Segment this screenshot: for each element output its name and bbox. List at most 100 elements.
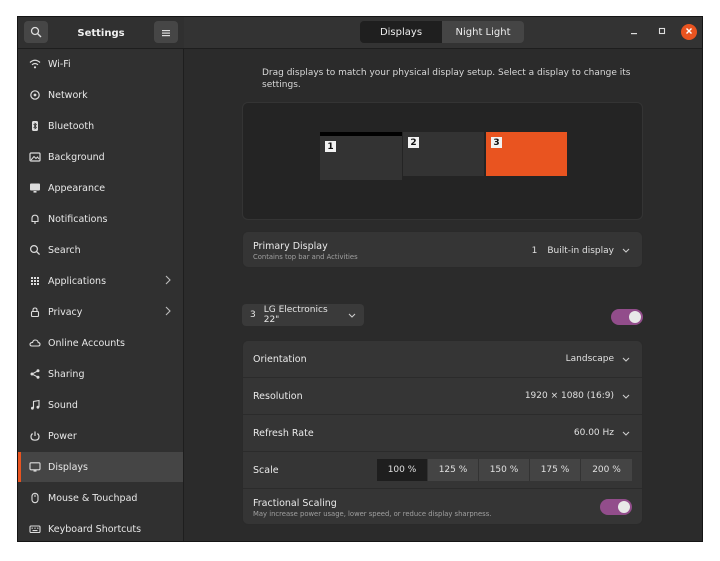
music-note-icon bbox=[28, 398, 42, 412]
sidebar-item-background[interactable]: Background bbox=[18, 142, 183, 172]
sidebar-item-displays[interactable]: Displays bbox=[18, 452, 183, 482]
sidebar-item-label: Network bbox=[48, 89, 88, 101]
sidebar: Wi-Fi Network Bluetooth Background Appea… bbox=[18, 49, 184, 541]
resolution-row[interactable]: Resolution 1920 × 1080 (16:9) bbox=[243, 378, 642, 415]
sidebar-item-label: Appearance bbox=[48, 182, 106, 194]
settings-window: Settings Displays Night Light Wi-Fi Netw… bbox=[17, 16, 703, 542]
sidebar-item-label: Wi-Fi bbox=[48, 58, 71, 70]
refresh-rate-row[interactable]: Refresh Rate 60.00 Hz bbox=[243, 415, 642, 452]
sidebar-item-wifi[interactable]: Wi-Fi bbox=[18, 49, 183, 79]
primary-display-subtitle: Contains top bar and Activities bbox=[253, 252, 358, 261]
search-icon bbox=[28, 243, 42, 257]
monitor-select-dropdown[interactable]: 3 LG Electronics 22" bbox=[242, 304, 364, 326]
orientation-value: Landscape bbox=[565, 354, 614, 364]
sidebar-item-online-accounts[interactable]: Online Accounts bbox=[18, 328, 183, 358]
primary-display-value: Built-in display bbox=[547, 245, 614, 256]
selected-monitor-number: 3 bbox=[250, 310, 256, 320]
chevron-down-icon bbox=[622, 357, 630, 362]
minimize-icon bbox=[630, 27, 638, 38]
sidebar-item-appearance[interactable]: Appearance bbox=[18, 173, 183, 203]
sidebar-header: Settings bbox=[18, 17, 184, 49]
sidebar-item-label: Applications bbox=[48, 275, 107, 287]
sidebar-item-bluetooth[interactable]: Bluetooth bbox=[18, 111, 183, 141]
sidebar-item-search[interactable]: Search bbox=[18, 235, 183, 265]
close-button[interactable] bbox=[681, 24, 697, 40]
monitor-enabled-toggle[interactable] bbox=[611, 309, 643, 325]
fractional-scaling-toggle[interactable] bbox=[600, 499, 632, 515]
display-settings-panel: Orientation Landscape Resolution 1920 × … bbox=[242, 340, 643, 525]
scale-label: Scale bbox=[253, 464, 279, 476]
scale-150-button[interactable]: 150 % bbox=[479, 459, 530, 481]
scale-100-button[interactable]: 100 % bbox=[377, 459, 428, 481]
network-icon bbox=[28, 88, 42, 102]
monitor-2[interactable]: 2 bbox=[403, 132, 484, 176]
sidebar-item-privacy[interactable]: Privacy bbox=[18, 297, 183, 327]
tab-night-light[interactable]: Night Light bbox=[442, 21, 524, 43]
chevron-right-icon bbox=[165, 275, 171, 288]
menu-button[interactable] bbox=[154, 21, 178, 43]
primary-display-label: Primary Display bbox=[253, 240, 328, 252]
keyboard-icon bbox=[28, 522, 42, 536]
primary-display-row[interactable]: Primary Display Contains top bar and Act… bbox=[243, 232, 642, 269]
sidebar-item-label: Online Accounts bbox=[48, 337, 125, 349]
chevron-down-icon bbox=[622, 248, 630, 253]
scale-125-button[interactable]: 125 % bbox=[428, 459, 479, 481]
cloud-icon bbox=[28, 336, 42, 350]
toggle-knob bbox=[629, 311, 641, 323]
hamburger-icon bbox=[161, 23, 171, 42]
fractional-scaling-subtitle: May increase power usage, lower speed, o… bbox=[253, 509, 492, 518]
arrangement-instructions: Drag displays to match your physical dis… bbox=[262, 68, 631, 90]
grid-icon bbox=[28, 274, 42, 288]
orientation-row[interactable]: Orientation Landscape bbox=[243, 341, 642, 378]
sidebar-item-power[interactable]: Power bbox=[18, 421, 183, 451]
resolution-value: 1920 × 1080 (16:9) bbox=[524, 391, 614, 401]
lock-icon bbox=[28, 305, 42, 319]
appearance-icon bbox=[28, 181, 42, 195]
selected-monitor-name: LG Electronics 22" bbox=[263, 305, 328, 325]
sidebar-item-notifications[interactable]: Notifications bbox=[18, 204, 183, 234]
sidebar-item-label: Privacy bbox=[48, 306, 83, 318]
view-switcher: Displays Night Light bbox=[360, 21, 524, 43]
background-icon bbox=[28, 150, 42, 164]
scale-button-group: 100 % 125 % 150 % 175 % 200 % bbox=[377, 459, 632, 481]
monitor-number: 3 bbox=[491, 137, 502, 148]
chevron-down-icon bbox=[622, 394, 630, 399]
sidebar-item-sound[interactable]: Sound bbox=[18, 390, 183, 420]
maximize-button[interactable] bbox=[654, 24, 670, 40]
maximize-icon bbox=[658, 27, 666, 38]
minimize-button[interactable] bbox=[626, 24, 642, 40]
displays-page: Drag displays to match your physical dis… bbox=[184, 49, 702, 541]
sidebar-item-label: Notifications bbox=[48, 213, 108, 225]
window-title: Settings bbox=[77, 27, 125, 39]
sidebar-item-mouse-touchpad[interactable]: Mouse & Touchpad bbox=[18, 483, 183, 513]
wifi-icon bbox=[28, 57, 42, 71]
sidebar-item-keyboard-shortcuts[interactable]: Keyboard Shortcuts bbox=[18, 514, 183, 541]
sidebar-item-sharing[interactable]: Sharing bbox=[18, 359, 183, 389]
sidebar-item-label: Sound bbox=[48, 399, 78, 411]
orientation-label: Orientation bbox=[253, 353, 307, 365]
main-header: Displays Night Light bbox=[184, 17, 702, 49]
sidebar-item-applications[interactable]: Applications bbox=[18, 266, 183, 296]
chevron-right-icon bbox=[165, 306, 171, 319]
sidebar-item-label: Power bbox=[48, 430, 77, 442]
display-icon bbox=[28, 460, 42, 474]
bell-icon bbox=[28, 212, 42, 226]
monitor-1[interactable]: 1 bbox=[320, 132, 402, 180]
fractional-scaling-row: Fractional Scaling May increase power us… bbox=[243, 489, 642, 526]
scale-row: Scale 100 % 125 % 150 % 175 % 200 % bbox=[243, 452, 642, 489]
sidebar-item-label: Bluetooth bbox=[48, 120, 95, 132]
power-icon bbox=[28, 429, 42, 443]
scale-200-button[interactable]: 200 % bbox=[581, 459, 632, 481]
sidebar-item-label: Background bbox=[48, 151, 105, 163]
monitor-number: 2 bbox=[408, 137, 419, 148]
display-arrangement: 1 2 3 bbox=[242, 102, 643, 220]
scale-175-button[interactable]: 175 % bbox=[530, 459, 581, 481]
sidebar-item-network[interactable]: Network bbox=[18, 80, 183, 110]
toggle-knob bbox=[618, 501, 630, 513]
primary-display-number: 1 bbox=[531, 245, 538, 256]
search-button[interactable] bbox=[24, 21, 48, 43]
tab-displays[interactable]: Displays bbox=[360, 21, 442, 43]
bluetooth-icon bbox=[28, 119, 42, 133]
chevron-down-icon bbox=[348, 313, 356, 318]
monitor-3[interactable]: 3 bbox=[486, 132, 567, 176]
